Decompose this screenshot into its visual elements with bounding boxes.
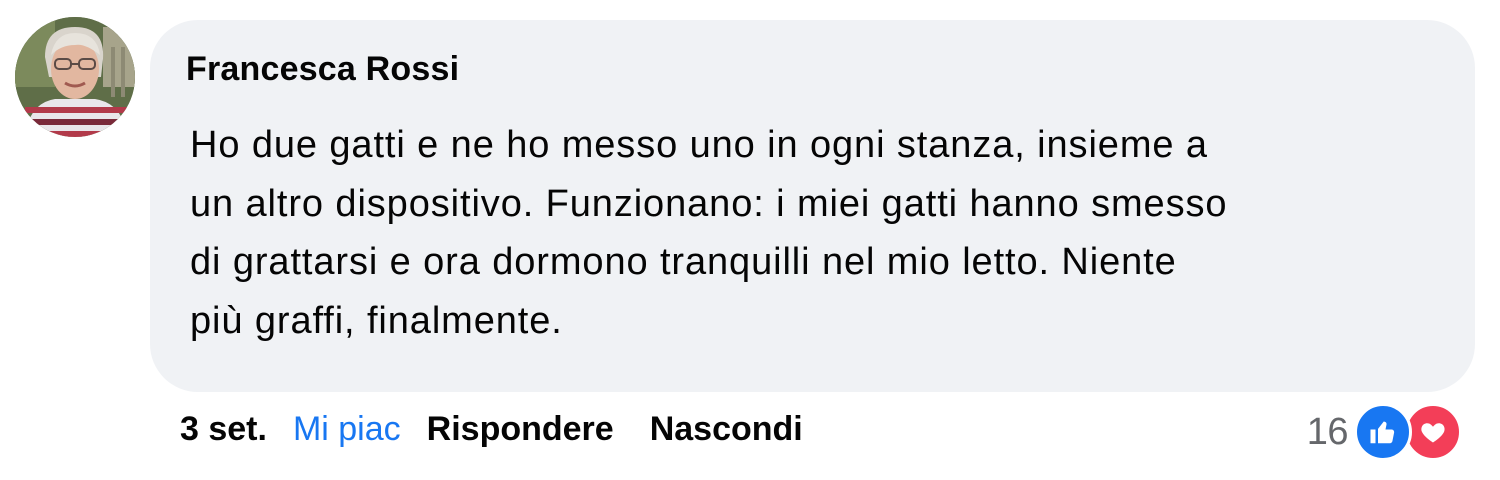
comment-timestamp[interactable]: 3 set. xyxy=(180,410,267,449)
reaction-icons xyxy=(1354,403,1462,461)
comment-author[interactable]: Francesca Rossi xyxy=(186,50,459,89)
comment-text-line: un altro dispositivo. Funzionano: i miei… xyxy=(190,182,1228,225)
avatar-photo-icon xyxy=(15,17,135,137)
reply-button[interactable]: Rispondere xyxy=(427,410,614,449)
comment-text-line: di grattarsi e ora dormono tranquilli ne… xyxy=(190,241,1177,283)
avatar[interactable] xyxy=(15,17,135,137)
love-reaction-icon xyxy=(1404,403,1462,461)
comment-actions: 3 set. Mi piac Rispondere Nascondi xyxy=(180,406,803,452)
comment-text-line: Ho due gatti e ne ho messo uno in ogni s… xyxy=(190,124,1208,166)
comment-text: Ho due gatti e ne ho messo uno in ogni s… xyxy=(190,116,1460,350)
reactions-summary[interactable]: 16 xyxy=(1307,403,1462,461)
comment: Francesca Rossi Ho due gatti e ne ho mes… xyxy=(0,0,1500,480)
reaction-count: 16 xyxy=(1306,410,1349,453)
comment-bubble: Francesca Rossi Ho due gatti e ne ho mes… xyxy=(150,20,1475,392)
comment-text-line: più graffi, finalmente. xyxy=(190,299,563,342)
like-button[interactable]: Mi piac xyxy=(293,410,401,449)
hide-button[interactable]: Nascondi xyxy=(650,410,803,449)
like-reaction-icon xyxy=(1354,403,1412,461)
